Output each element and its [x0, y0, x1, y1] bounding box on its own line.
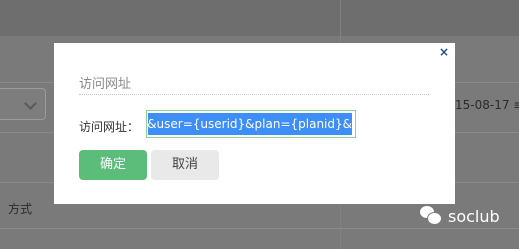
close-icon[interactable]: × [439, 46, 449, 58]
url-field-label: 访问网址： [79, 120, 140, 134]
background-divider [0, 228, 519, 229]
visit-url-dialog: × 访问网址 访问网址： eng&user={userid}&plan={pla… [54, 43, 455, 204]
chevron-down-icon [24, 97, 37, 110]
title-divider [79, 94, 429, 95]
confirm-button[interactable]: 确定 [79, 150, 147, 180]
watermark: soclub [420, 206, 500, 226]
background-method-text: 方式 [8, 202, 33, 216]
url-input[interactable]: eng&user={userid}&plan={planid}& [146, 110, 356, 138]
url-selected-text: eng&user={userid}&plan={planid}& [148, 113, 352, 135]
url-value: eng&user={userid}&plan={planid}& [148, 117, 352, 131]
wechat-icon [420, 206, 442, 226]
cancel-button[interactable]: 取消 [151, 150, 219, 180]
background-date-text: 15-08-17 ≡ [455, 98, 519, 112]
background-select [0, 88, 46, 120]
dialog-title: 访问网址 [79, 77, 132, 92]
watermark-text: soclub [448, 206, 500, 226]
background-header [0, 0, 519, 36]
